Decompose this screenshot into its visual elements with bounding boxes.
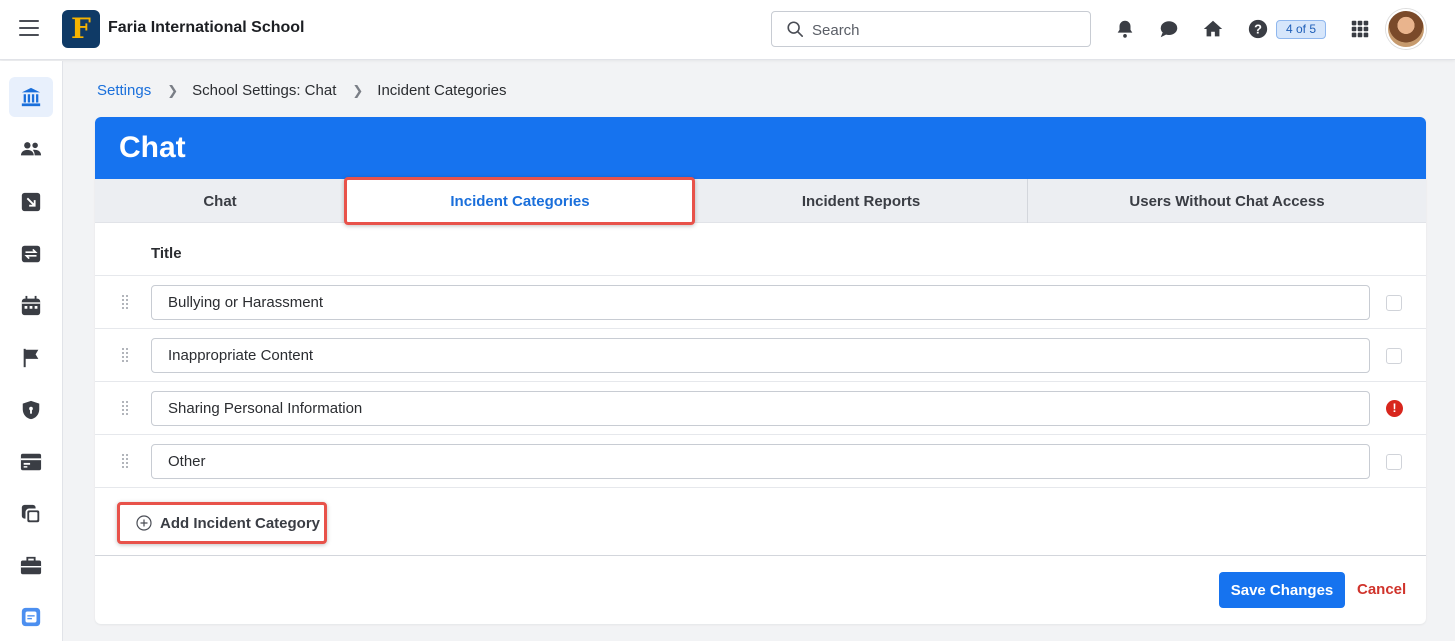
plus-circle-icon [136,515,152,531]
drag-handle-icon[interactable] [122,348,130,362]
save-changes-button[interactable]: Save Changes [1219,572,1345,608]
row-checkbox[interactable] [1386,295,1402,311]
breadcrumb: Settings ❯ School Settings: Chat ❯ Incid… [97,82,507,99]
sidebar [0,61,63,641]
sidebar-item-exchange[interactable] [9,234,53,274]
home-icon[interactable] [1202,18,1224,40]
search-icon [787,21,804,38]
tab-bar: Chat Incident Categories Incident Report… [95,179,1426,223]
chevron-right-icon: ❯ [167,82,179,98]
footer-divider [95,555,1426,556]
top-bar: F Faria International School ? 4 of 5 [0,0,1455,60]
progress-pill[interactable]: 4 of 5 [1276,20,1326,39]
svg-text:?: ? [1254,22,1262,37]
category-title-input[interactable] [151,338,1370,373]
sidebar-item-app[interactable] [9,597,53,637]
drag-handle-icon[interactable] [122,401,130,415]
people-icon [20,142,42,156]
app-badge-icon [21,607,41,627]
settings-card: Chat Chat Incident Categories Incident R… [95,117,1426,624]
category-title-input[interactable] [151,391,1370,426]
search-input[interactable] [812,19,1072,41]
cancel-button[interactable]: Cancel [1357,581,1406,598]
sidebar-item-briefcase[interactable] [9,546,53,586]
bell-icon[interactable] [1114,18,1136,40]
user-avatar[interactable] [1386,9,1426,49]
sidebar-item-school[interactable] [9,77,53,117]
sidebar-item-copy[interactable] [9,494,53,534]
institution-icon [21,87,41,107]
row-divider [95,487,1426,488]
sidebar-item-calendar[interactable] [9,286,53,326]
sidebar-item-arrow[interactable] [9,182,53,222]
help-icon[interactable]: ? [1247,18,1269,40]
table-row [95,329,1426,381]
row-checkbox[interactable] [1386,454,1402,470]
table-row [95,435,1426,487]
sidebar-item-shield[interactable] [9,390,53,430]
sidebar-item-flag[interactable] [9,338,53,378]
card-header: Chat [95,117,1426,179]
tab-chat[interactable]: Chat [95,179,345,223]
tab-incident-categories[interactable]: Incident Categories [347,179,693,223]
school-name[interactable]: Faria International School [108,19,304,37]
tab-users-without-chat-access[interactable]: Users Without Chat Access [1028,179,1426,223]
shield-icon [22,400,40,420]
copy-icon [21,504,42,525]
chevron-right-icon: ❯ [352,82,364,98]
arrow-down-right-icon [21,192,41,212]
chat-bubble-icon[interactable] [1158,18,1180,40]
flag-icon [23,348,39,368]
category-title-input[interactable] [151,285,1370,320]
exchange-icon [21,245,41,263]
add-incident-category-button[interactable]: Add Incident Category [117,502,327,544]
add-incident-category-label: Add Incident Category [160,514,321,532]
breadcrumb-current: Incident Categories [377,82,507,99]
breadcrumb-settings[interactable]: Settings [97,82,151,99]
menu-icon[interactable] [19,20,39,38]
table-row [95,276,1426,328]
school-logo[interactable]: F [62,10,100,48]
apps-grid-icon[interactable] [1349,18,1371,40]
row-checkbox[interactable] [1386,348,1402,364]
breadcrumb-school-settings-chat: School Settings: Chat [192,82,337,99]
sidebar-item-people[interactable] [9,129,53,169]
error-alert-icon: ! [1386,400,1403,417]
drag-handle-icon[interactable] [122,295,130,309]
column-header-title: Title [151,245,182,262]
search-box[interactable] [771,11,1091,47]
page-title: Chat [119,131,186,164]
drag-handle-icon[interactable] [122,454,130,468]
briefcase-icon [20,556,42,575]
category-title-input[interactable] [151,444,1370,479]
tab-incident-reports[interactable]: Incident Reports [695,179,1027,223]
calendar-icon [21,295,41,316]
table-row: ! [95,382,1426,434]
sidebar-item-cards[interactable] [9,442,53,482]
cards-icon [20,453,42,471]
